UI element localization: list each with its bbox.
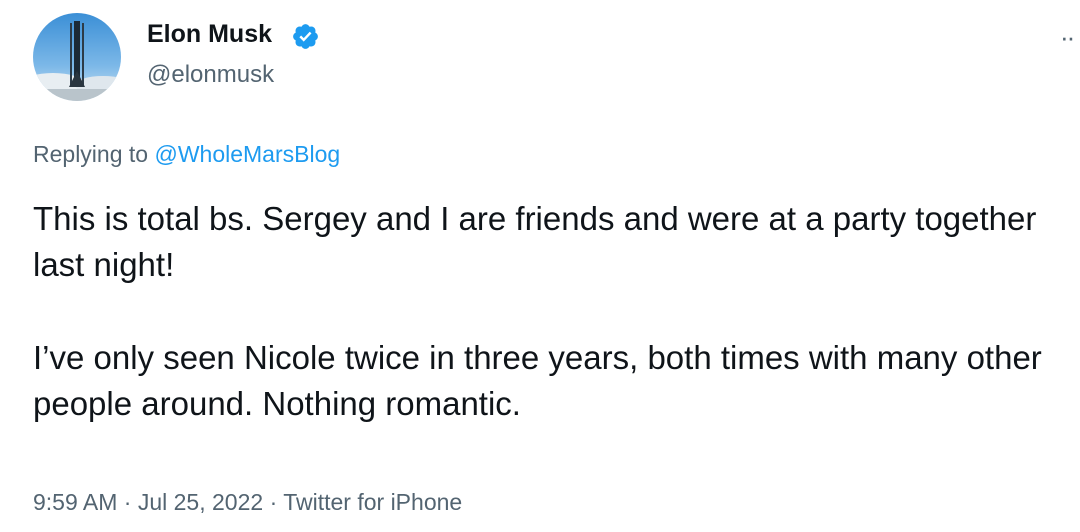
meta-separator: · (269, 489, 278, 515)
tweet-card: Elon Musk @elonmusk ·· Replying to @Whol… (0, 0, 1080, 532)
tweet-time[interactable]: 9:59 AM (33, 489, 117, 515)
more-horizontal-icon[interactable]: ·· (1060, 24, 1075, 50)
avatar[interactable] (33, 13, 121, 101)
reply-context: Replying to @WholeMarsBlog (33, 141, 340, 168)
tweet-source[interactable]: Twitter for iPhone (283, 489, 462, 515)
reply-handle-link[interactable]: @WholeMarsBlog (154, 141, 340, 167)
rocket-launch-avatar-icon (33, 13, 121, 101)
author-handle[interactable]: @elonmusk (147, 61, 274, 89)
author-name[interactable]: Elon Musk (147, 20, 272, 49)
tweet-date[interactable]: Jul 25, 2022 (138, 489, 263, 515)
tweet-paragraph: This is total bs. Sergey and I are frien… (33, 200, 1037, 283)
meta-separator: · (123, 489, 132, 515)
tweet-meta: 9:59 AM · Jul 25, 2022 · Twitter for iPh… (33, 489, 462, 516)
tweet-paragraph: I’ve only seen Nicole twice in three yea… (33, 339, 1042, 422)
tweet-text: This is total bs. Sergey and I are frien… (33, 196, 1073, 427)
reply-prefix: Replying to (33, 141, 149, 167)
verified-badge-icon (293, 24, 318, 49)
